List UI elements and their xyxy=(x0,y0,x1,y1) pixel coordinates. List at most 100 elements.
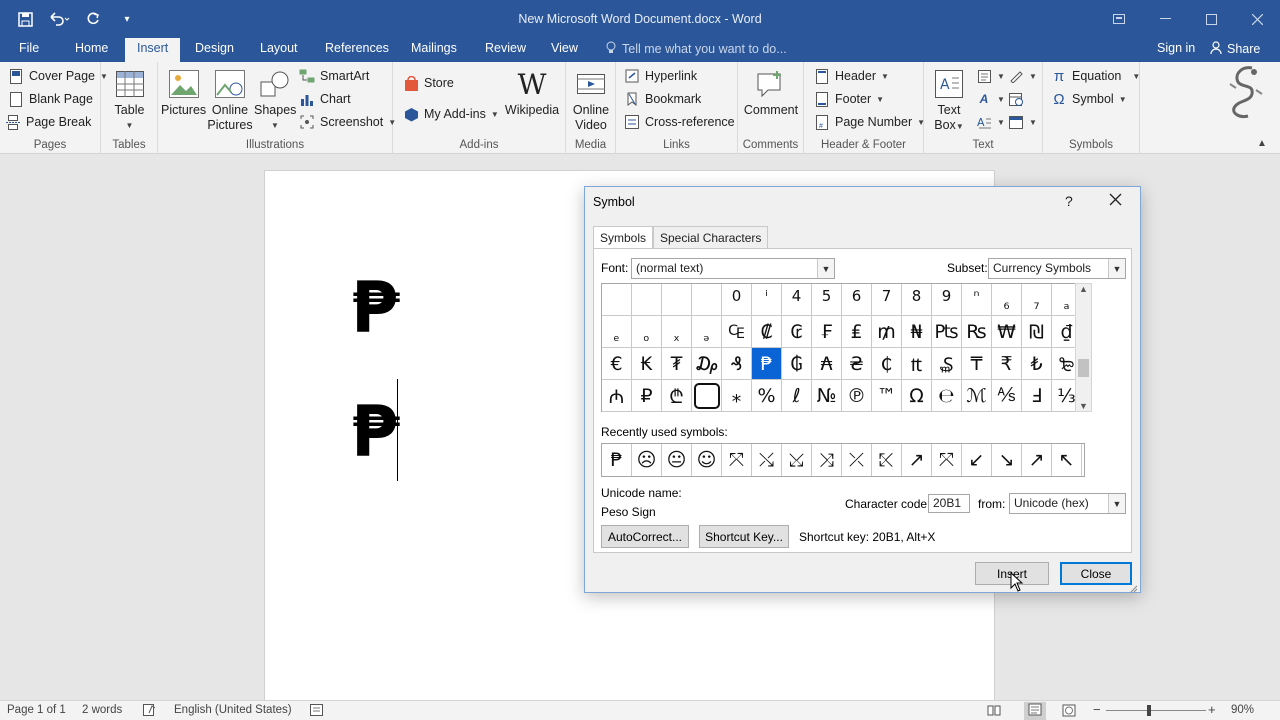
symbol-cell[interactable]: ₣ xyxy=(812,316,842,348)
symbol-cell[interactable]: ₧ xyxy=(932,316,962,348)
hyperlink-button[interactable]: Hyperlink xyxy=(624,68,697,84)
symbol-cell[interactable]: ₑ xyxy=(602,316,632,348)
symbol-cell[interactable]: ₾ xyxy=(662,380,692,412)
macro-icon[interactable] xyxy=(310,704,323,719)
tab-review[interactable]: Review xyxy=(485,41,526,55)
recent-symbol-cell[interactable]: ↗ xyxy=(1022,444,1052,476)
recent-symbol-cell[interactable]: ↖ xyxy=(1052,444,1082,476)
symbol-cell[interactable]: ₪ xyxy=(1022,316,1052,348)
symbol-cell[interactable]: ⁱ xyxy=(752,284,782,316)
resize-grip-icon[interactable] xyxy=(1130,582,1138,593)
symbol-cell[interactable]: ™ xyxy=(872,380,902,412)
zoom-out-icon[interactable]: − xyxy=(1093,702,1101,717)
recent-symbol-cell[interactable]: ↗ xyxy=(902,444,932,476)
symbol-cell[interactable]: ⁿ xyxy=(962,284,992,316)
symbol-cell[interactable]: ₲ xyxy=(782,348,812,380)
shapes-button[interactable]: Shapes ▼ xyxy=(254,68,296,133)
tab-home[interactable]: Home xyxy=(75,41,108,55)
print-layout-icon[interactable] xyxy=(1024,702,1046,720)
symbol-cell[interactable]: ⅍ xyxy=(992,380,1022,412)
symbol-cell[interactable]: ₯ xyxy=(692,348,722,380)
footer-button[interactable]: Footer ▼ xyxy=(814,91,884,107)
close-window-icon[interactable] xyxy=(1234,0,1280,38)
tab-design[interactable]: Design xyxy=(195,41,234,55)
shortcut-key-button[interactable]: Shortcut Key... xyxy=(699,525,789,548)
symbol-cell[interactable] xyxy=(632,284,662,316)
tell-me-box[interactable]: Tell me what you want to do... xyxy=(606,41,787,57)
symbol-cell[interactable]: ℮ xyxy=(932,380,962,412)
symbol-cell[interactable]: ⁎ xyxy=(722,380,752,412)
symbol-cell[interactable]: ₦ xyxy=(902,316,932,348)
symbol-cell[interactable]: 7 xyxy=(872,284,902,316)
tab-symbols[interactable]: Symbols xyxy=(593,226,654,249)
symbol-cell[interactable]: ℓ xyxy=(782,380,812,412)
recent-symbol-cell[interactable]: ⤩ xyxy=(782,444,812,476)
symbol-cell[interactable]: ₒ xyxy=(632,316,662,348)
symbol-grid-scrollbar[interactable]: ▲ ▼ xyxy=(1075,283,1092,412)
online-pictures-button[interactable]: Online Pictures xyxy=(207,68,253,133)
recent-symbol-cell[interactable]: ☹ xyxy=(632,444,662,476)
zoom-level[interactable]: 90% xyxy=(1231,704,1254,716)
recent-symbol-cell[interactable]: ⤪ xyxy=(872,444,902,476)
table-button[interactable]: Table ▼ xyxy=(111,68,148,133)
zoom-slider[interactable] xyxy=(1106,710,1206,711)
symbol-cell[interactable]: € xyxy=(602,348,632,380)
from-select[interactable]: Unicode (hex) ▼ xyxy=(1009,493,1126,514)
symbol-cell[interactable]: Ⅎ xyxy=(1022,380,1052,412)
minimize-icon[interactable] xyxy=(1142,0,1188,38)
symbol-cell[interactable]: ₮ xyxy=(662,348,692,380)
symbol-cell[interactable]: ₸ xyxy=(962,348,992,380)
web-layout-icon[interactable] xyxy=(1062,704,1076,720)
collapse-ribbon-icon[interactable]: ▲ xyxy=(1257,138,1267,149)
online-video-button[interactable]: Online Video xyxy=(570,68,612,133)
language-indicator[interactable]: English (United States) xyxy=(174,704,292,716)
page-number-button[interactable]: # Page Number ▼ xyxy=(814,114,925,130)
maximize-icon[interactable] xyxy=(1188,0,1234,38)
symbol-cell[interactable]: 9 xyxy=(932,284,962,316)
wordart-button[interactable]: A ▼ xyxy=(976,91,1005,107)
store-button[interactable]: Store xyxy=(403,75,454,91)
object-button[interactable]: ▼ xyxy=(1008,114,1037,130)
symbol-cell[interactable]: 5 xyxy=(812,284,842,316)
comment-button[interactable]: Comment xyxy=(742,68,800,118)
symbol-cell[interactable]: ₱ xyxy=(752,348,782,380)
my-addins-button[interactable]: My Add-ins ▼ xyxy=(403,106,499,122)
symbol-cell[interactable]: 6 xyxy=(842,284,872,316)
symbol-cell[interactable]: ₓ xyxy=(662,316,692,348)
cover-page-button[interactable]: Cover Page ▼ xyxy=(8,68,108,84)
symbol-cell[interactable]: 8 xyxy=(902,284,932,316)
close-button[interactable]: Close xyxy=(1060,562,1132,585)
symbol-cell[interactable]: ₳ xyxy=(812,348,842,380)
tab-file[interactable]: File xyxy=(19,41,39,55)
share-button[interactable]: Share xyxy=(1210,41,1260,57)
tab-view[interactable]: View xyxy=(551,41,578,55)
scroll-down-icon[interactable]: ▼ xyxy=(1076,401,1091,411)
ribbon-display-options-icon[interactable] xyxy=(1096,0,1142,38)
symbol-cell[interactable]: ₼ xyxy=(602,380,632,412)
sign-in-link[interactable]: Sign in xyxy=(1157,41,1195,55)
recent-symbol-cell[interactable]: 😐 xyxy=(662,444,692,476)
symbol-cell[interactable]: ₡ xyxy=(752,316,782,348)
symbol-cell[interactable]: ℳ xyxy=(962,380,992,412)
character-code-input[interactable]: 20B1 xyxy=(928,494,970,513)
recent-symbol-cell[interactable]: ↘ xyxy=(992,444,1022,476)
quick-parts-button[interactable]: ▼ xyxy=(976,68,1005,84)
scroll-thumb[interactable] xyxy=(1078,359,1089,377)
symbol-cell[interactable]: ₥ xyxy=(872,316,902,348)
symbol-cell[interactable]: Ω xyxy=(902,380,932,412)
page-break-button[interactable]: Page Break xyxy=(5,114,91,130)
symbol-cell[interactable]: 4 xyxy=(782,284,812,316)
screenshot-button[interactable]: Screenshot ▼ xyxy=(299,114,396,130)
read-mode-icon[interactable] xyxy=(987,704,1001,719)
symbol-button[interactable]: Ω Symbol ▼ xyxy=(1051,91,1126,108)
symbol-cell[interactable]: № xyxy=(812,380,842,412)
drop-cap-button[interactable]: A ▼ xyxy=(976,114,1005,130)
symbol-cell[interactable]: ₽ xyxy=(632,380,662,412)
symbol-cell[interactable]: ₩ xyxy=(992,316,1022,348)
page-count[interactable]: Page 1 of 1 xyxy=(7,704,66,716)
word-count[interactable]: 2 words xyxy=(82,704,122,716)
equation-button[interactable]: π Equation ▼ xyxy=(1051,68,1140,85)
recent-symbol-cell[interactable]: ↙ xyxy=(962,444,992,476)
scroll-up-icon[interactable]: ▲ xyxy=(1076,284,1091,294)
smartart-button[interactable]: SmartArt xyxy=(299,68,369,84)
